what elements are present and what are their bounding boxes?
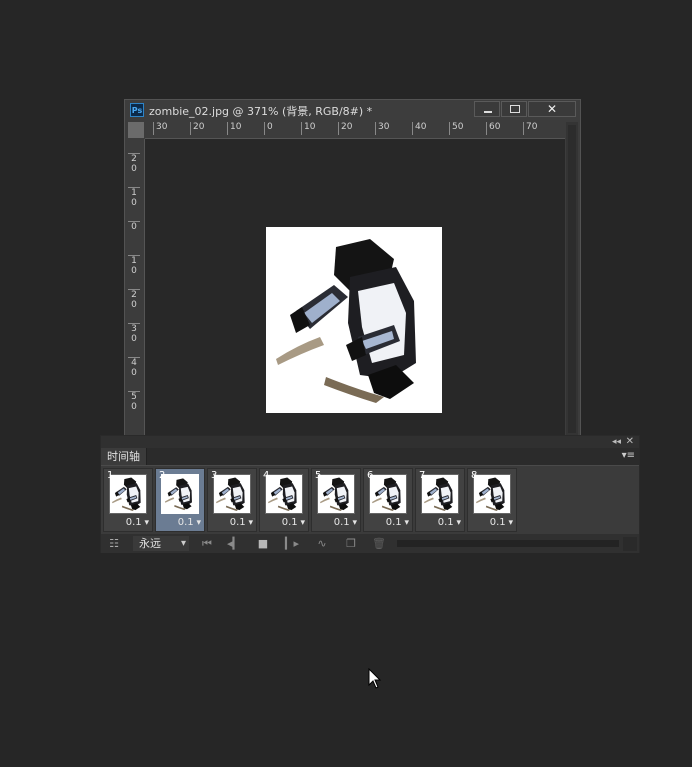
- frame-delay-select[interactable]: 0.1: [282, 518, 305, 528]
- close-icon: ✕: [546, 102, 558, 116]
- ruler-tick-label: 40: [412, 122, 426, 135]
- frame-delay-select[interactable]: 0.1: [126, 518, 149, 528]
- frame-delay-select[interactable]: 0.1: [178, 518, 201, 528]
- frame-7[interactable]: 7 0.1: [415, 468, 465, 532]
- frame-thumbnail: [369, 474, 407, 514]
- frame-thumbnail: [421, 474, 459, 514]
- ruler-tick-label: 20: [128, 153, 140, 174]
- maximize-button[interactable]: [501, 101, 527, 117]
- ruler-tick-label: 10: [301, 122, 315, 135]
- next-frame-icon[interactable]: ▎▸: [283, 536, 301, 551]
- convert-to-video-timeline-icon[interactable]: ☷: [105, 536, 123, 551]
- ruler-tick-label: 30: [128, 323, 140, 344]
- ruler-tick-label: 10: [128, 187, 140, 208]
- ruler-tick-label: 30: [153, 122, 167, 135]
- panel-menu-icon[interactable]: ▾≡: [622, 451, 635, 461]
- vertical-scrollbar[interactable]: [566, 122, 578, 437]
- frame-number: 3: [211, 470, 218, 481]
- frame-thumbnail-image: [474, 475, 510, 513]
- frame-2[interactable]: 2 0.1: [155, 468, 205, 532]
- frame-thumbnail: [161, 474, 199, 514]
- ruler-tick-label: 50: [128, 391, 140, 412]
- canvas-area[interactable]: [145, 139, 565, 437]
- mouse-cursor-icon: [368, 668, 382, 689]
- frame-thumbnail: [109, 474, 147, 514]
- frame-thumbnail: [473, 474, 511, 514]
- timeline-scrollbar[interactable]: [397, 540, 619, 547]
- delete-frame-icon[interactable]: 🗑: [371, 536, 387, 551]
- tab-row: 时间轴 ▾≡: [101, 448, 639, 466]
- frame-number: 6: [367, 470, 374, 481]
- ruler-tick-label: 30: [375, 122, 389, 135]
- zombie-sprite: [266, 227, 442, 413]
- tween-icon[interactable]: ∿: [314, 536, 330, 551]
- ruler-tick-label: 20: [338, 122, 352, 135]
- close-window-button[interactable]: ✕: [528, 101, 576, 117]
- frame-6[interactable]: 6 0.1: [363, 468, 413, 532]
- frame-3[interactable]: 3 0.1: [207, 468, 257, 532]
- frame-4[interactable]: 4 0.1: [259, 468, 309, 532]
- ruler-tick-label: 10: [128, 255, 140, 276]
- frame-number: 4: [263, 470, 270, 481]
- frame-thumbnail: [265, 474, 303, 514]
- frame-thumbnail: [213, 474, 251, 514]
- document-titlebar[interactable]: Ps zombie_02.jpg @ 371% (背景, RGB/8#) * ✕: [125, 100, 580, 120]
- frame-thumbnail-image: [214, 475, 250, 513]
- photoshop-icon: Ps: [130, 103, 144, 117]
- tab-timeline[interactable]: 时间轴: [101, 448, 147, 465]
- frame-thumbnail-image: [422, 475, 458, 513]
- frame-delay-select[interactable]: 0.1: [490, 518, 513, 528]
- previous-frame-icon[interactable]: ◂▎: [225, 536, 243, 551]
- frame-1[interactable]: 1 0.1: [103, 468, 153, 532]
- loop-options-select[interactable]: 永远: [133, 536, 189, 551]
- collapse-icon[interactable]: ◂◂: [612, 436, 621, 448]
- frame-thumbnail-image: [110, 475, 146, 513]
- panel-close-icon[interactable]: ✕: [626, 436, 634, 448]
- ruler-tick-label: 50: [449, 122, 463, 135]
- timeline-panel: ◂◂ ✕ 时间轴 ▾≡ 10.120.130.140.150.160.170.1…: [100, 435, 640, 553]
- resize-grip-icon[interactable]: [623, 537, 637, 551]
- stop-icon[interactable]: ■: [255, 536, 271, 551]
- ruler-tick-label: 40: [128, 357, 140, 378]
- panel-topbar: ◂◂ ✕: [101, 436, 639, 448]
- frame-8[interactable]: 8 0.1: [467, 468, 517, 532]
- frame-delay-select[interactable]: 0.1: [334, 518, 357, 528]
- frame-thumbnail-image: [266, 475, 302, 513]
- ruler-tick-label: 20: [128, 289, 140, 310]
- frame-delay-select[interactable]: 0.1: [438, 518, 461, 528]
- ruler-tick-label: 0: [128, 221, 140, 232]
- timeline-controls: ☷ 永远 ⏮ ◂▎ ■ ▎▸ ∿ ❐ 🗑: [101, 534, 639, 553]
- horizontal-ruler[interactable]: 30 20 10 0 10 20 30 40 50 60 70: [145, 122, 565, 139]
- minimize-button[interactable]: [474, 101, 500, 117]
- ruler-tick-label: 70: [523, 122, 537, 135]
- frame-number: 5: [315, 470, 322, 481]
- frame-thumbnail: [317, 474, 355, 514]
- frame-number: 1: [107, 470, 114, 481]
- duplicate-frame-icon[interactable]: ❐: [343, 536, 359, 551]
- ruler-tick-label: 10: [227, 122, 241, 135]
- document-window: Ps zombie_02.jpg @ 371% (背景, RGB/8#) * ✕…: [124, 99, 581, 437]
- vertical-ruler[interactable]: 20 10 0 10 20 30 40 50: [128, 139, 145, 437]
- ruler-tick-label: 60: [486, 122, 500, 135]
- first-frame-icon[interactable]: ⏮: [199, 536, 215, 551]
- frame-5[interactable]: 5 0.1: [311, 468, 361, 532]
- ruler-tick-label: 20: [190, 122, 204, 135]
- frame-number: 8: [471, 470, 478, 481]
- document-title: zombie_02.jpg @ 371% (背景, RGB/8#) *: [149, 105, 373, 118]
- frame-number: 7: [419, 470, 426, 481]
- frame-delay-select[interactable]: 0.1: [230, 518, 253, 528]
- frame-thumbnail-image: [163, 476, 197, 512]
- frame-thumbnail-image: [318, 475, 354, 513]
- canvas-image[interactable]: [266, 227, 442, 413]
- frame-number: 2: [159, 470, 166, 481]
- ruler-tick-label: 0: [264, 122, 273, 135]
- ruler-origin[interactable]: [128, 122, 144, 138]
- frame-thumbnail-image: [370, 475, 406, 513]
- frame-delay-select[interactable]: 0.1: [386, 518, 409, 528]
